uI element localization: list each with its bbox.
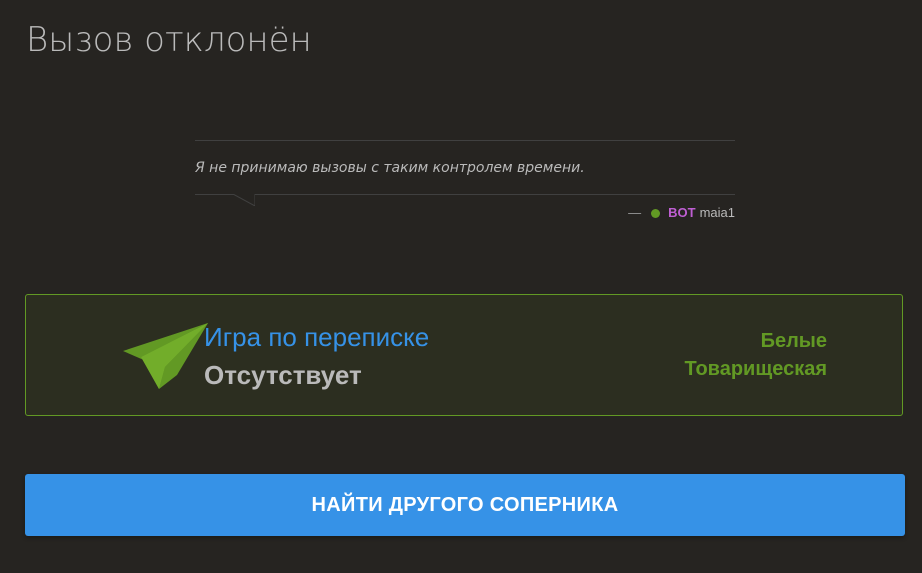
quote-divider-bottom [195, 194, 735, 206]
find-another-opponent-button[interactable]: НАЙТИ ДРУГОГО СОПЕРНИКА [25, 474, 905, 536]
player-color: Белые [760, 330, 827, 352]
game-setup-summary: Игра по переписке Отсутствует Белые Това… [25, 294, 903, 416]
bot-badge: BOT [668, 205, 696, 220]
user-link-maia1[interactable]: maia1 [700, 205, 735, 221]
speech-tail-icon [233, 194, 255, 206]
message-signature: — BOT maia1 [628, 205, 735, 221]
decline-message: Я не принимаю вызовы с таким контролем в… [195, 160, 585, 176]
paper-plane-icon [123, 323, 208, 389]
decline-reason-quote: Я не принимаю вызовы с таким контролем в… [195, 140, 735, 220]
game-mode: Игра по переписке [204, 322, 430, 352]
page-title: Вызов отклонён [26, 20, 312, 60]
signature-dash: — [628, 205, 642, 220]
time-control: Отсутствует [204, 360, 362, 390]
rating-type: Товарищеская [684, 358, 828, 380]
online-status-icon [651, 208, 661, 218]
